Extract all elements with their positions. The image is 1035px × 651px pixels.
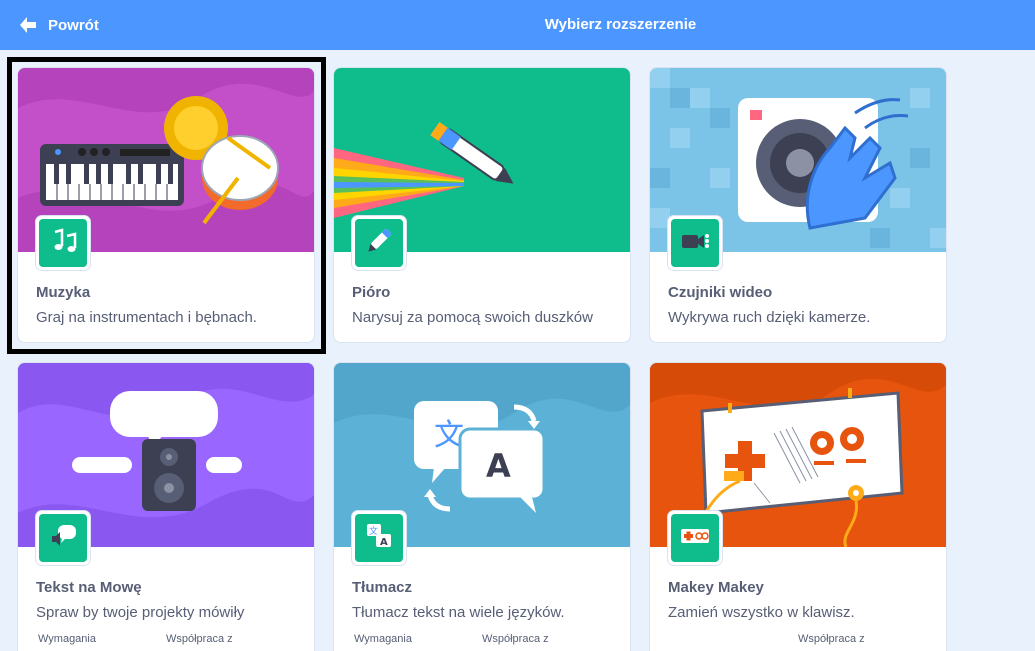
top-bar: Powrót Wybierz rozszerzenie — [0, 0, 1035, 50]
extension-description: Zamień wszystko w klawisz. — [668, 604, 855, 621]
extension-name: Czujniki wideo — [668, 284, 773, 301]
extension-description: Graj na instrumentach i bębnach. — [36, 309, 257, 326]
page-title: Wybierz rozszerzenie — [544, 16, 697, 33]
extension-card-text-to-speech[interactable]: Tekst na Mowę Spraw by twoje projekty mó… — [17, 362, 315, 651]
requirements-label: Wymagania — [38, 633, 96, 645]
svg-text:A: A — [380, 537, 388, 548]
extension-badge-translate: 文 A — [352, 511, 406, 565]
extension-description: Spraw by twoje projekty mówiły — [36, 604, 245, 621]
collaboration-label: Współpraca z — [166, 633, 233, 645]
extension-name: Muzyka — [36, 284, 91, 301]
collaboration-label: Współpraca z — [482, 633, 549, 645]
extension-badge-pen — [352, 216, 406, 270]
speech-bubble-icon — [46, 519, 80, 558]
extension-card-pen[interactable]: Pióro Narysuj za pomocą swoich duszków — [333, 67, 631, 343]
extension-description: Tłumacz tekst na wiele języków. — [352, 604, 565, 621]
video-camera-icon — [678, 224, 712, 263]
extension-card-makey-makey[interactable]: Makey Makey Zamień wszystko w klawisz. W… — [649, 362, 947, 651]
extension-card-music[interactable]: Muzyka Graj na instrumentach i bębnach. — [17, 67, 315, 343]
extension-name: Tłumacz — [352, 579, 413, 596]
extension-card-video-sensing[interactable]: Czujniki wideo Wykrywa ruch dzięki kamer… — [649, 67, 947, 343]
extension-description: Wykrywa ruch dzięki kamerze. — [668, 309, 871, 326]
pen-icon — [362, 224, 396, 263]
extension-name: Makey Makey — [668, 579, 764, 596]
extension-badge-text-to-speech — [36, 511, 90, 565]
extension-badge-music — [36, 216, 90, 270]
requirements-label: Wymagania — [354, 633, 412, 645]
music-notes-icon — [46, 224, 80, 263]
extension-badge-video — [668, 216, 722, 270]
makey-makey-icon — [678, 519, 712, 558]
extension-badge-makey-makey — [668, 511, 722, 565]
svg-text:A: A — [486, 447, 511, 485]
extension-name: Tekst na Mowę — [36, 579, 142, 596]
collaboration-label: Współpraca z — [798, 633, 865, 645]
extension-card-translate[interactable]: 文 A 文 A Tłumacz Tłumacz tekst na wiele j… — [333, 362, 631, 651]
extension-description: Narysuj za pomocą swoich duszków — [352, 309, 593, 326]
translate-icon: 文 A — [362, 519, 396, 558]
extension-name: Pióro — [352, 284, 391, 301]
